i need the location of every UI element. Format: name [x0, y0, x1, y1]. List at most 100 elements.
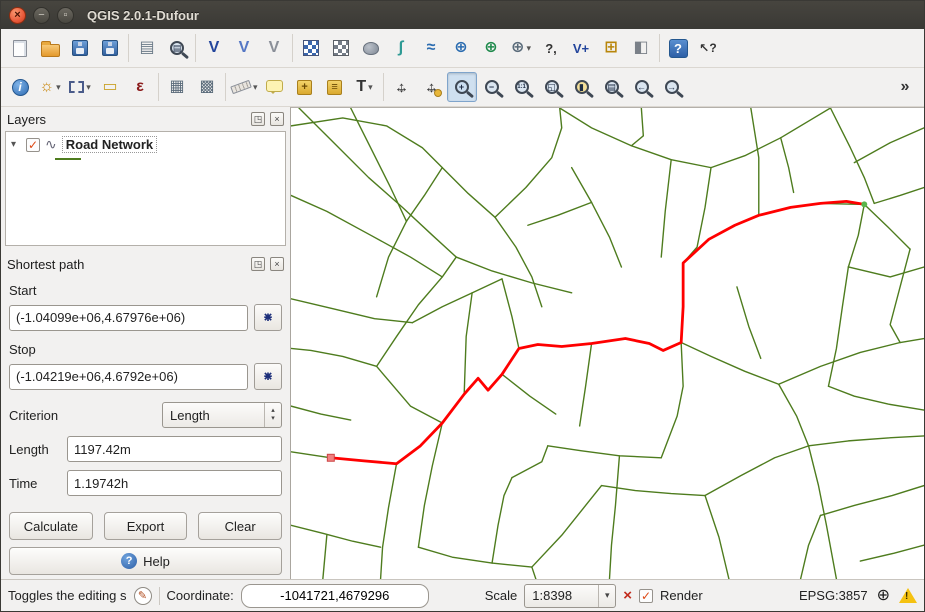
- zoom-next-button[interactable]: →: [657, 72, 687, 102]
- magnifier-modifier: ▤: [172, 43, 182, 53]
- zoom-in-button[interactable]: +: [447, 72, 477, 102]
- new-bookmark-button[interactable]: +: [290, 72, 320, 102]
- map-canvas[interactable]: [291, 108, 924, 579]
- shortest-path-close-button[interactable]: ×: [270, 257, 284, 271]
- scale-select[interactable]: 1:8398 ▾: [524, 584, 616, 608]
- pick-start-point-button[interactable]: + ×: [254, 304, 282, 331]
- pan-map-button[interactable]: ↔↕: [387, 72, 417, 102]
- window-close-button[interactable]: ×: [9, 7, 26, 24]
- layer-checkbox[interactable]: ✓: [26, 138, 40, 152]
- window-minimize-button[interactable]: −: [33, 7, 50, 24]
- toggle-panel-button[interactable]: ◧: [626, 33, 656, 63]
- new-project-button[interactable]: [5, 33, 35, 63]
- run-feature-action-button[interactable]: ☼▾: [35, 72, 65, 102]
- zoom-native-button[interactable]: 1:1: [507, 72, 537, 102]
- road-line: [548, 446, 661, 458]
- stop-label: Stop: [9, 342, 282, 357]
- open-attribute-table-button[interactable]: ▦: [162, 72, 192, 102]
- help-button[interactable]: ? Help: [9, 547, 282, 575]
- toolbar-overflow-button[interactable]: »: [890, 72, 920, 102]
- composer-manager-button[interactable]: ▤: [162, 33, 192, 63]
- render-checkbox[interactable]: ✓: [639, 589, 653, 603]
- zoom-to-selection-button[interactable]: ▮: [567, 72, 597, 102]
- calculate-button[interactable]: Calculate: [9, 512, 93, 540]
- add-vector-layer-button[interactable]: V: [199, 33, 229, 63]
- help-contents-button[interactable]: ?: [663, 33, 693, 63]
- add-spatialite-layer-button[interactable]: ∫: [386, 33, 416, 63]
- show-bookmarks-button[interactable]: ≡: [320, 72, 350, 102]
- title-bar[interactable]: × − ▫ QGIS 2.0.1-Dufour: [1, 1, 924, 29]
- stop-coordinate-input[interactable]: [9, 364, 248, 390]
- map-area[interactable]: [290, 107, 924, 579]
- layers-close-button[interactable]: ×: [270, 112, 284, 126]
- zoom-full-button[interactable]: ◱: [537, 72, 567, 102]
- select-features-button[interactable]: ▾: [65, 72, 95, 102]
- add-wfs-layer-button[interactable]: ⊕▾: [506, 33, 536, 63]
- messages-warning-icon[interactable]: !: [899, 588, 917, 603]
- zoom-out-button[interactable]: −: [477, 72, 507, 102]
- dropdown-caret-icon[interactable]: ▾: [368, 82, 373, 93]
- road-line: [291, 525, 381, 547]
- add-wcs-layer-button[interactable]: ⊕: [476, 33, 506, 63]
- dropdown-caret-icon[interactable]: ▾: [56, 82, 61, 93]
- dropdown-caret-icon[interactable]: ▾: [253, 82, 258, 93]
- select-by-expression-button[interactable]: ε: [125, 72, 155, 102]
- new-print-composer-button[interactable]: ▤: [132, 33, 162, 63]
- new-vector-layer-button[interactable]: V+: [566, 33, 596, 63]
- identify-features-button[interactable]: i: [5, 72, 35, 102]
- measure-button[interactable]: ▾: [229, 72, 260, 102]
- new-shapefile-layer-button[interactable]: V: [229, 33, 259, 63]
- text-annotation-button[interactable]: T▾: [350, 72, 380, 102]
- add-delimited-text-layer-button[interactable]: ?,: [536, 33, 566, 63]
- file-and-layers-toolbar: ▤▤VVV∫≈⊕⊕⊕▾?,V+⊞◧?↖?: [1, 29, 924, 68]
- dropdown-caret-icon[interactable]: ▾: [86, 82, 91, 93]
- deselect-all-button[interactable]: ▭: [95, 72, 125, 102]
- length-value-input[interactable]: [67, 436, 282, 462]
- layers-tree[interactable]: ▾ ✓ ∿ Road Network: [5, 131, 286, 246]
- route-end-marker: [861, 201, 867, 207]
- pan-to-selection-button[interactable]: ↔↕: [417, 72, 447, 102]
- status-separator: [159, 587, 160, 605]
- open-project-button[interactable]: [35, 33, 65, 63]
- clear-button[interactable]: Clear: [198, 512, 282, 540]
- criterion-select[interactable]: Length ▴ ▾: [162, 402, 282, 428]
- new-spatialite-layer-button[interactable]: V: [259, 33, 289, 63]
- road-line: [495, 217, 542, 306]
- save-project-as-button[interactable]: [95, 33, 125, 63]
- pick-stop-point-button[interactable]: + ×: [254, 363, 282, 390]
- epsg-status[interactable]: EPSG:3857: [799, 588, 868, 603]
- coordinate-input[interactable]: [241, 584, 429, 608]
- whats-this-button[interactable]: ↖?: [693, 33, 723, 63]
- time-value-input[interactable]: [67, 470, 282, 496]
- start-coordinate-input[interactable]: [9, 305, 248, 331]
- zoom-to-layer-button[interactable]: ▤: [597, 72, 627, 102]
- crs-globe-icon[interactable]: ⊕: [877, 588, 890, 604]
- add-raster-layer-button[interactable]: [296, 33, 326, 63]
- add-all-to-overview-button[interactable]: ⊞: [596, 33, 626, 63]
- layer-label[interactable]: Road Network: [62, 136, 157, 153]
- field-calculator-button[interactable]: ▩: [192, 72, 222, 102]
- layer-expander-icon[interactable]: ▾: [11, 139, 21, 150]
- road-line: [705, 446, 809, 496]
- deselect-all-icon: ▭: [102, 79, 117, 95]
- add-mssql-layer-button[interactable]: ≈: [416, 33, 446, 63]
- stop-rendering-icon[interactable]: ×: [623, 587, 632, 604]
- add-wms-layer-button[interactable]: ⊕: [446, 33, 476, 63]
- toggle-editing-icon[interactable]: ✎: [134, 587, 152, 605]
- scale-dropdown-icon[interactable]: ▾: [598, 585, 615, 607]
- add-postgis-layer-button[interactable]: [356, 33, 386, 63]
- layers-float-button[interactable]: ◳: [251, 112, 265, 126]
- map-tips-button[interactable]: [260, 72, 290, 102]
- spin-down-icon: ▾: [271, 415, 275, 423]
- route-start-marker: [327, 454, 334, 461]
- window-maximize-button[interactable]: ▫: [57, 7, 74, 24]
- georeferencer-button[interactable]: [326, 33, 356, 63]
- export-button[interactable]: Export: [104, 512, 188, 540]
- clear-button-label: Clear: [225, 519, 256, 534]
- dropdown-caret-icon[interactable]: ▾: [526, 43, 531, 54]
- layer-item-road-network[interactable]: ▾ ✓ ∿ Road Network: [9, 135, 282, 154]
- combo-spinner-icon[interactable]: ▴ ▾: [264, 403, 281, 427]
- save-project-button[interactable]: [65, 33, 95, 63]
- zoom-last-button[interactable]: ←: [627, 72, 657, 102]
- shortest-path-float-button[interactable]: ◳: [251, 257, 265, 271]
